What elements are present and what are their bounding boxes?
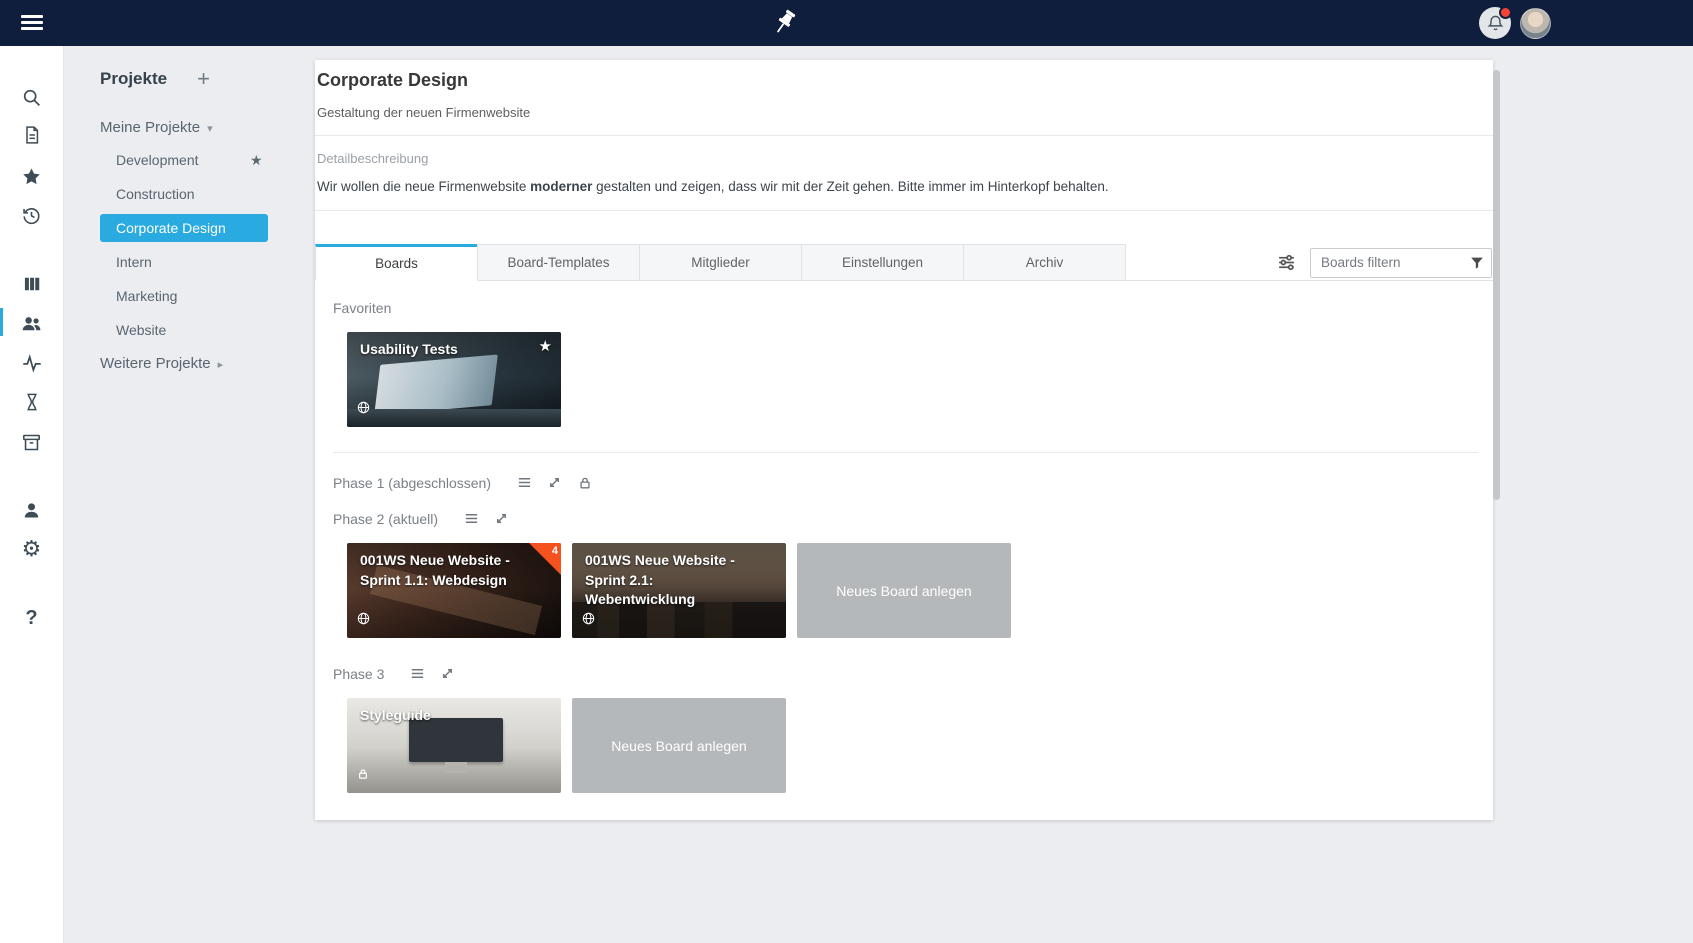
- project-group-more-projects[interactable]: Weitere Projekte▸: [64, 347, 316, 381]
- add-board-button[interactable]: Neues Board anlegen: [572, 698, 786, 793]
- board-title: 001WS Neue Website - Sprint 1.1: Webdesi…: [360, 551, 529, 590]
- page-subtitle: Gestaltung der neuen Firmenwebsite: [317, 105, 530, 120]
- scrollbar-thumb[interactable]: [1493, 70, 1500, 500]
- section-phase-2: Phase 2 (aktuell): [333, 510, 510, 527]
- section-title-phase-2: Phase 2 (aktuell): [333, 511, 438, 527]
- globe-icon: [582, 612, 595, 630]
- chevron-right-icon: ▸: [218, 359, 224, 371]
- activity-pulse-icon[interactable]: [19, 350, 45, 376]
- notification-badge: [1499, 6, 1512, 19]
- team-users-icon[interactable]: [19, 310, 45, 336]
- filter-funnel-icon[interactable]: [1469, 255, 1485, 276]
- section-expand-icon[interactable]: [546, 474, 563, 491]
- tabs-bar: Boards Board-Templates Mitglieder Einste…: [315, 244, 1493, 281]
- add-project-button[interactable]: +: [197, 68, 210, 90]
- tab-boards[interactable]: Boards: [315, 244, 478, 281]
- vertical-scrollbar: [1493, 60, 1501, 820]
- detail-description-label: Detailbeschreibung: [317, 151, 428, 166]
- divider: [315, 210, 1493, 211]
- section-title-phase-1: Phase 1 (abgeschlossen): [333, 475, 491, 491]
- globe-icon: [357, 612, 370, 630]
- board-card-sprint-2-1[interactable]: 001WS Neue Website - Sprint 2.1: Webentw…: [572, 543, 786, 638]
- section-lock-icon: [576, 474, 593, 491]
- board-title: Styleguide: [360, 706, 529, 726]
- menu-hamburger-icon[interactable]: [21, 15, 43, 32]
- documents-icon[interactable]: [19, 122, 45, 148]
- notifications-button[interactable]: [1479, 7, 1511, 39]
- profile-person-icon[interactable]: [19, 497, 45, 523]
- chevron-down-icon: ▾: [207, 123, 213, 135]
- tab-mitglieder[interactable]: Mitglieder: [639, 244, 802, 280]
- lock-icon: [357, 767, 369, 785]
- view-options-sliders-icon[interactable]: [1275, 252, 1297, 274]
- divider: [315, 135, 1493, 136]
- project-item-website[interactable]: Website: [64, 313, 316, 347]
- project-item-construction[interactable]: Construction: [64, 177, 316, 211]
- project-item-marketing[interactable]: Marketing: [64, 279, 316, 313]
- icon-sidebar: ⚙ ?: [0, 46, 64, 943]
- app-logo-pin-icon: [769, 5, 799, 41]
- board-card-styleguide[interactable]: Styleguide: [347, 698, 561, 793]
- project-detail-card: Corporate Design Gestaltung der neuen Fi…: [315, 60, 1493, 820]
- page-title: Corporate Design: [317, 70, 468, 91]
- section-phase-3: Phase 3: [333, 665, 456, 682]
- detail-description-text: Wir wollen die neue Firmenwebsite modern…: [317, 179, 1109, 194]
- board-title: 001WS Neue Website - Sprint 2.1: Webentw…: [585, 551, 754, 610]
- project-item-development[interactable]: Development ★: [64, 143, 316, 177]
- tab-einstellungen[interactable]: Einstellungen: [801, 244, 964, 280]
- time-tracking-hourglass-icon[interactable]: [19, 389, 45, 415]
- board-favorite-star-icon[interactable]: ★: [539, 337, 552, 355]
- archive-icon[interactable]: [19, 429, 45, 455]
- user-avatar[interactable]: [1520, 8, 1551, 39]
- section-collapse-icon[interactable]: [439, 665, 456, 682]
- active-section-indicator: [0, 308, 3, 336]
- history-icon[interactable]: [19, 202, 45, 228]
- globe-icon: [357, 401, 370, 419]
- project-group-my-projects[interactable]: Meine Projekte▾: [64, 111, 316, 145]
- favorites-star-icon[interactable]: [19, 163, 45, 189]
- section-phase-1: Phase 1 (abgeschlossen): [333, 474, 593, 491]
- search-icon[interactable]: [19, 84, 45, 110]
- boards-filter: [1310, 248, 1492, 278]
- board-card-sprint-1-1[interactable]: 001WS Neue Website - Sprint 1.1: Webdesi…: [347, 543, 561, 638]
- board-card-usability-tests[interactable]: Usability Tests ★: [347, 332, 561, 427]
- section-menu-icon[interactable]: [409, 665, 426, 682]
- boards-filter-input[interactable]: [1310, 248, 1492, 278]
- board-count-badge: 4: [529, 543, 561, 575]
- boards-columns-icon[interactable]: [19, 271, 45, 297]
- section-menu-icon[interactable]: [516, 474, 533, 491]
- section-title-favoriten: Favoriten: [333, 300, 391, 316]
- section-menu-icon[interactable]: [463, 510, 480, 527]
- divider: [333, 452, 1478, 453]
- projects-panel-title: Projekte: [100, 69, 167, 89]
- tab-board-templates[interactable]: Board-Templates: [477, 244, 640, 280]
- section-title-phase-3: Phase 3: [333, 666, 384, 682]
- project-item-corporate-design-active[interactable]: Corporate Design: [100, 214, 268, 242]
- topbar: [0, 0, 1693, 46]
- settings-gear-icon[interactable]: ⚙: [19, 536, 45, 562]
- add-board-button[interactable]: Neues Board anlegen: [797, 543, 1011, 638]
- board-title: Usability Tests: [360, 340, 529, 360]
- help-icon[interactable]: ?: [19, 605, 45, 631]
- project-star-icon: ★: [250, 143, 263, 177]
- section-collapse-icon[interactable]: [493, 510, 510, 527]
- tab-archiv[interactable]: Archiv: [963, 244, 1126, 280]
- projects-panel: Projekte + Meine Projekte▾ Development ★…: [64, 46, 316, 943]
- project-item-intern[interactable]: Intern: [64, 245, 316, 279]
